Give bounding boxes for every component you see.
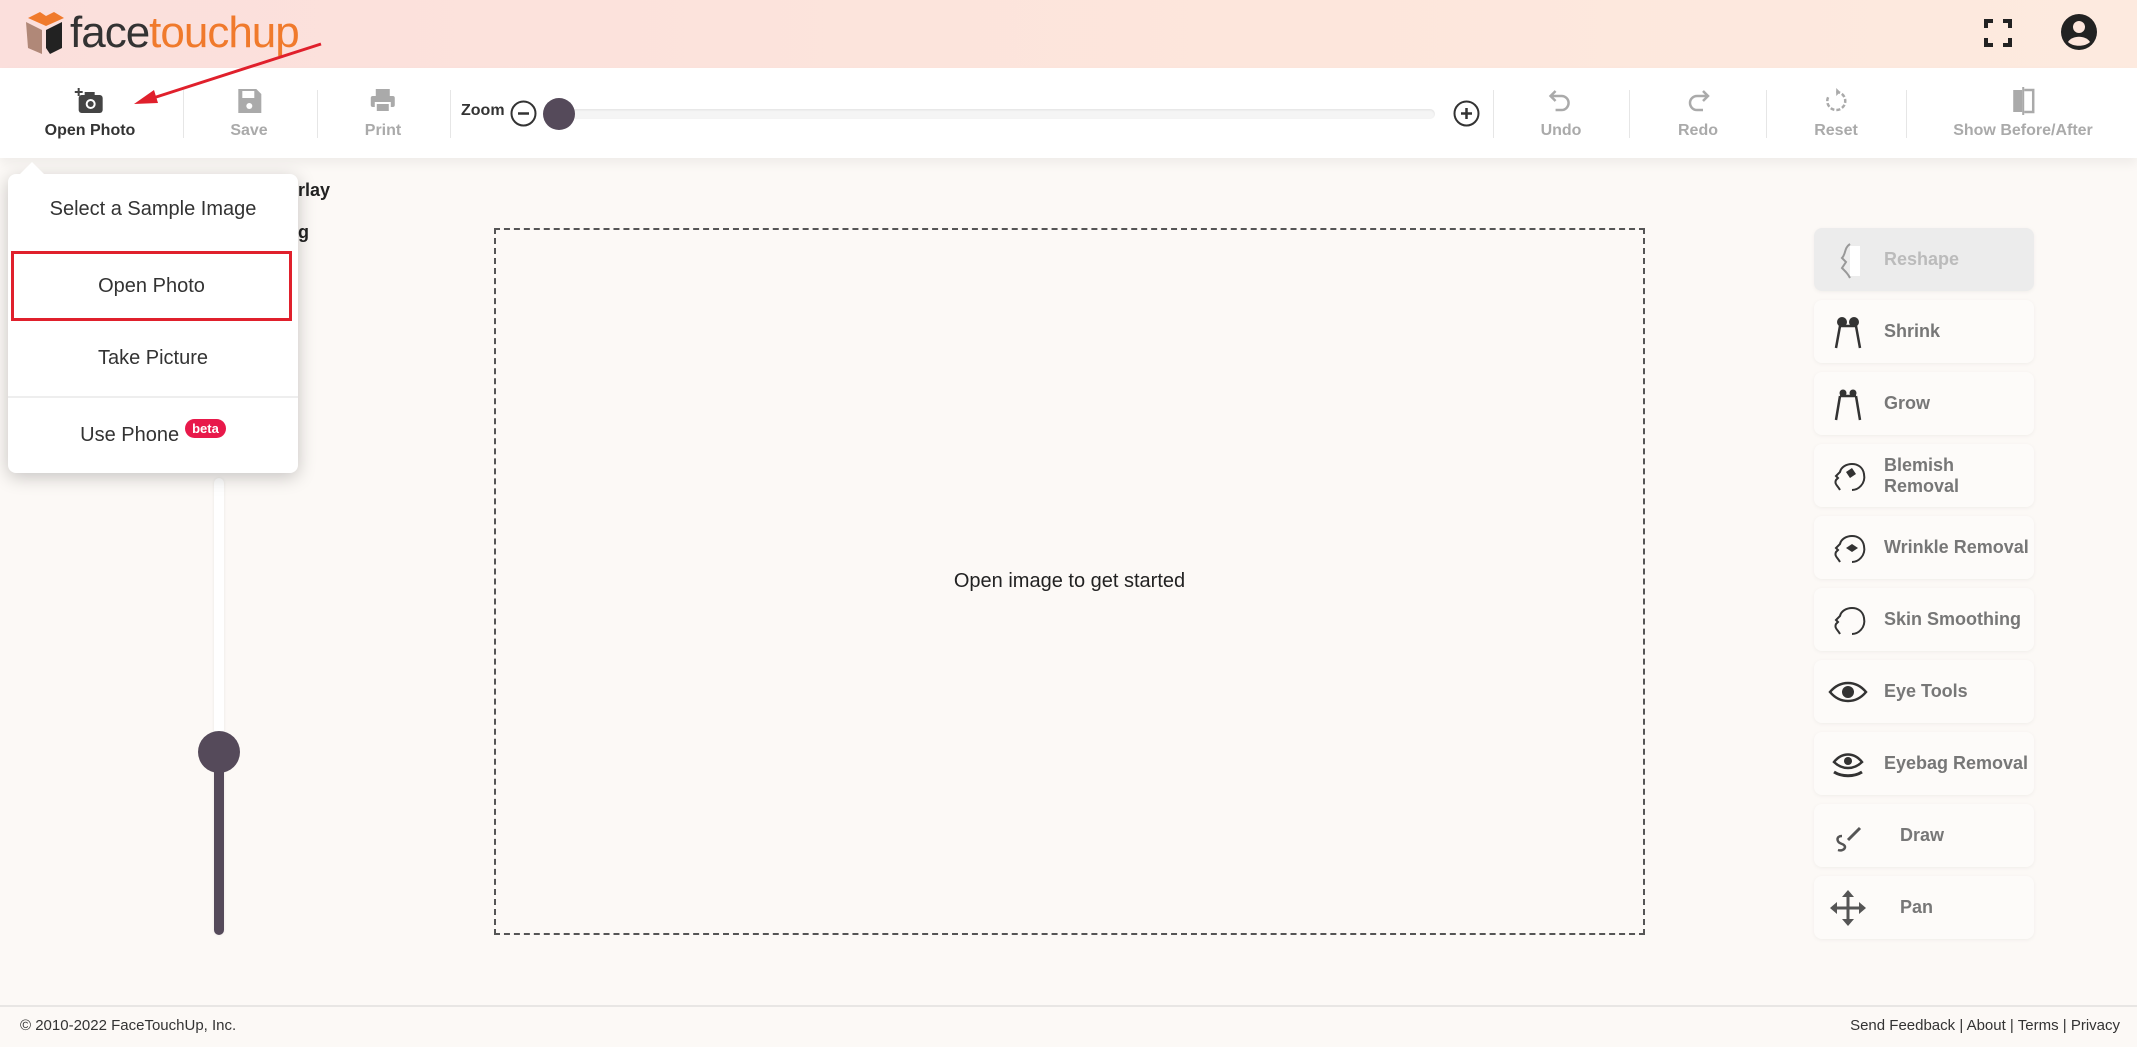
tool-label: Eye Tools <box>1884 681 1968 701</box>
show-before-after-label: Show Before/After <box>1953 122 2093 139</box>
zoom-slider-handle[interactable] <box>543 98 575 130</box>
tool-reshape[interactable]: Reshape <box>1814 228 2034 291</box>
brush-size-slider-fill <box>214 752 224 935</box>
overlay-label-fragment: rlay <box>298 180 331 200</box>
zoom-out-icon[interactable] <box>510 100 537 127</box>
image-canvas[interactable]: Open image to get started <box>494 228 1645 935</box>
menu-item-take-picture[interactable]: Take Picture <box>8 347 298 370</box>
open-photo-label: Open Photo <box>44 122 136 139</box>
menu-item-open-photo-label: Open Photo <box>98 274 205 297</box>
reset-button[interactable]: Reset <box>1814 68 1858 158</box>
tool-label: Skin Smoothing <box>1884 609 2021 629</box>
beta-badge: beta <box>185 419 226 438</box>
grow-icon <box>1834 389 1862 420</box>
brush-size-slider-handle[interactable] <box>198 731 240 774</box>
eyebag-icon <box>1832 752 1864 777</box>
tool-shrink[interactable]: Shrink <box>1814 300 2034 363</box>
terms-link[interactable]: Terms <box>2018 1017 2059 1034</box>
privacy-link[interactable]: Privacy <box>2071 1017 2120 1034</box>
divider <box>450 90 451 138</box>
tool-pan[interactable]: Pan <box>1814 876 2034 939</box>
zoom-slider[interactable] <box>552 109 1435 119</box>
wrinkle-icon <box>1834 534 1866 563</box>
redo-button[interactable]: Redo <box>1678 68 1718 158</box>
tool-eyebag-removal[interactable]: Eyebag Removal <box>1814 732 2034 795</box>
show-before-after-button[interactable]: Show Before/After <box>1953 68 2093 158</box>
tool-label: Pan <box>1900 897 1934 917</box>
tool-label: Reshape <box>1884 249 1960 269</box>
divider <box>1493 90 1494 138</box>
shrink-icon <box>1834 316 1862 348</box>
divider <box>1766 90 1767 138</box>
divider <box>1906 90 1907 138</box>
menu-divider <box>8 396 298 398</box>
undo-label: Undo <box>1540 122 1582 139</box>
tool-label: Draw <box>1900 825 1945 845</box>
tool-grow[interactable]: Grow <box>1814 372 2034 435</box>
menu-item-use-phone[interactable]: Use Phone beta <box>8 419 298 447</box>
menu-item-open-photo[interactable]: Open Photo <box>11 251 292 321</box>
eye-icon <box>1828 681 1868 702</box>
redo-icon <box>1688 90 1710 112</box>
draw-icon <box>1836 826 1862 852</box>
copyright: © 2010-2022 FaceTouchUp, Inc. <box>20 1017 237 1034</box>
tool-wrinkle-removal[interactable]: Wrinkle Removal <box>1814 516 2034 579</box>
pan-arrows-icon <box>1830 889 1866 926</box>
reshape-face-icon <box>1840 242 1860 278</box>
label-fragment: g <box>298 222 309 242</box>
save-label: Save <box>230 122 268 139</box>
footer: © 2010-2022 FaceTouchUp, Inc. Send Feedb… <box>0 1005 2137 1047</box>
head-icon <box>1834 606 1866 635</box>
redo-label: Redo <box>1678 122 1718 139</box>
divider <box>1629 90 1630 138</box>
compare-icon <box>2012 87 2035 115</box>
undo-icon <box>1549 90 1571 112</box>
about-link[interactable]: About <box>1967 1017 2006 1034</box>
reset-label: Reset <box>1814 122 1858 139</box>
fullscreen-icon[interactable] <box>1983 18 2013 48</box>
print-icon <box>370 89 395 113</box>
zoom-label: Zoom <box>461 102 505 119</box>
tool-label: Blemish Removal <box>1883 454 1960 496</box>
print-button[interactable]: Print <box>365 68 401 158</box>
menu-item-sample-image[interactable]: Select a Sample Image <box>8 198 298 221</box>
send-feedback-link[interactable]: Send Feedback <box>1850 1017 1955 1034</box>
undo-button[interactable]: Undo <box>1540 68 1582 158</box>
tool-label: Wrinkle Removal <box>1884 537 2029 557</box>
reset-icon <box>1825 88 1847 112</box>
canvas-placeholder: Open image to get started <box>953 570 1186 592</box>
tool-eye-tools[interactable]: Eye Tools <box>1814 660 2034 723</box>
blemish-icon <box>1834 462 1866 491</box>
zoom-in-icon[interactable] <box>1453 100 1480 127</box>
tool-label: Shrink <box>1884 321 1941 341</box>
print-label: Print <box>364 122 402 139</box>
tool-draw[interactable]: Draw <box>1814 804 2034 867</box>
footer-links: Send Feedback | About | Terms | Privacy <box>1850 1017 2120 1034</box>
tool-blemish-removal[interactable]: Blemish Removal <box>1814 444 2034 507</box>
add-photo-icon <box>75 88 103 113</box>
tool-skin-smoothing[interactable]: Skin Smoothing <box>1814 588 2034 651</box>
tool-label: Eyebag Removal <box>1884 753 2029 773</box>
open-photo-menu: Select a Sample Image Open Photo Take Pi… <box>8 162 298 473</box>
tool-label: Grow <box>1884 393 1931 413</box>
logo-face-icon <box>26 12 64 54</box>
account-circle-icon[interactable] <box>2060 13 2098 51</box>
red-annotation-arrow <box>134 42 322 104</box>
use-phone-label: Use Phone <box>80 424 180 446</box>
